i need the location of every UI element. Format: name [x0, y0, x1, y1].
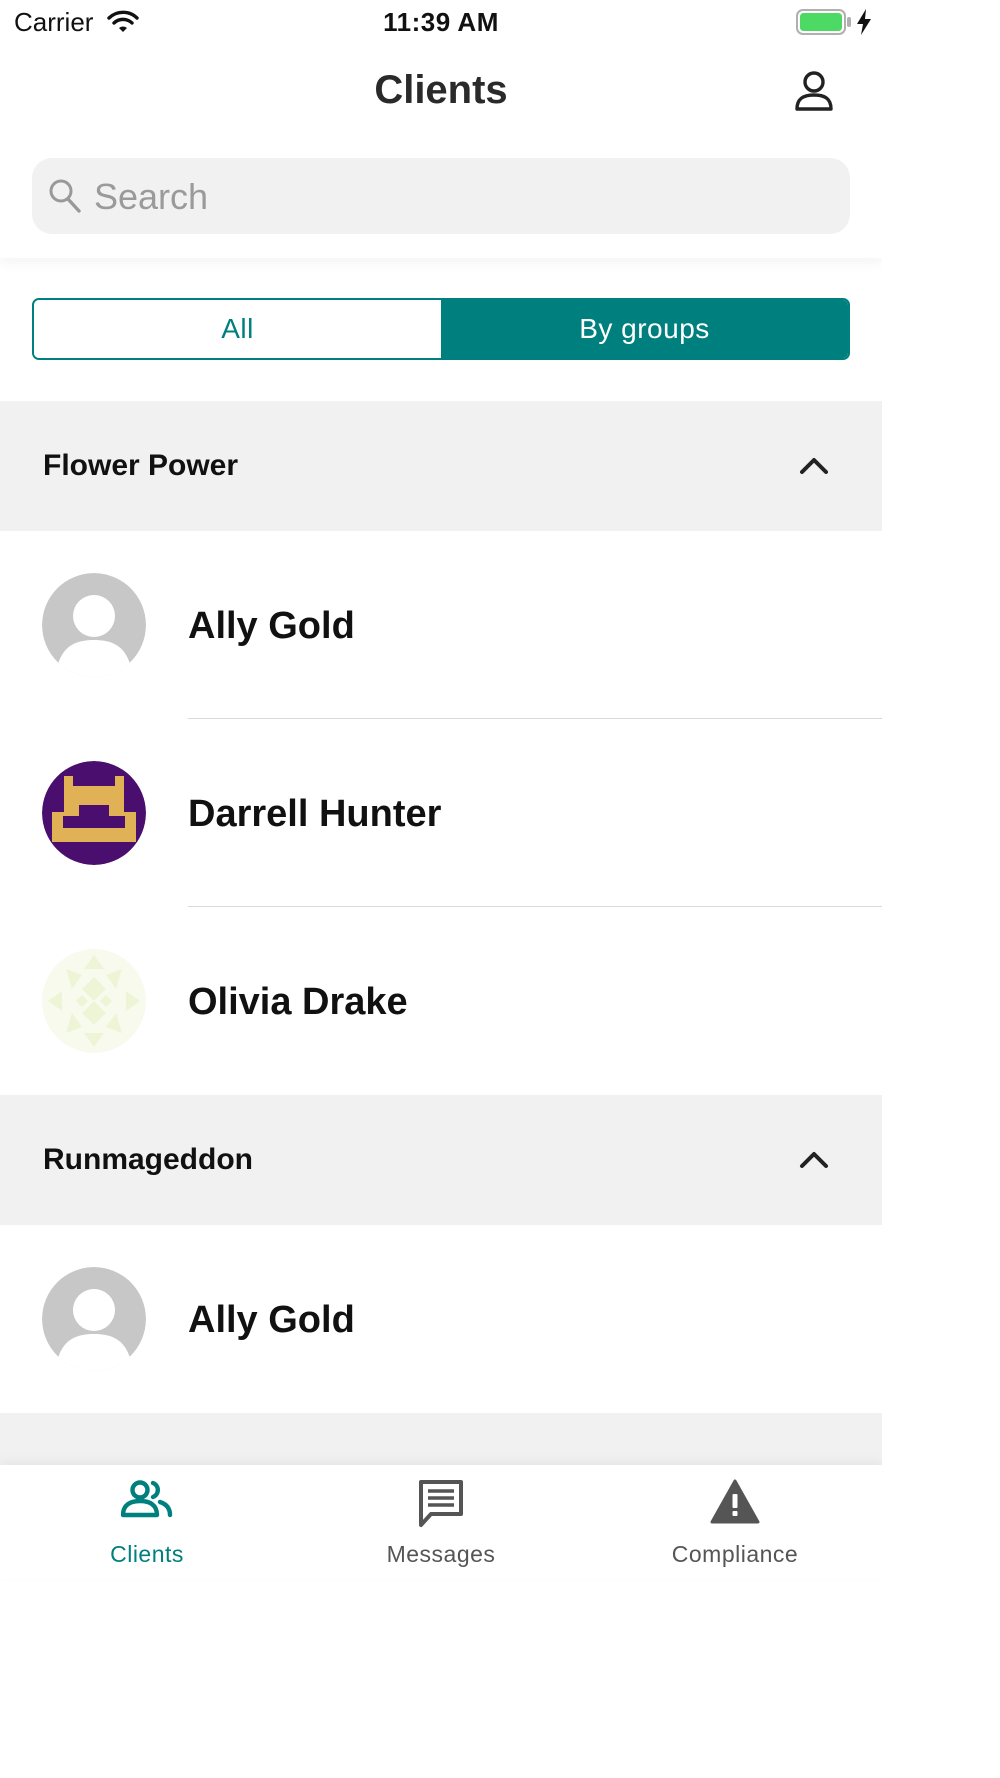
group-header-runmageddon[interactable]: Runmageddon — [0, 1095, 882, 1225]
clock: 11:39 AM — [383, 7, 499, 37]
client-row-olivia-drake[interactable]: Olivia Drake — [0, 907, 882, 1095]
tab-clients[interactable]: Clients — [0, 1465, 294, 1578]
next-group-header-partial — [0, 1413, 882, 1465]
app-screen: Carrier 11:39 AM Clients Search All By g… — [0, 0, 882, 1778]
battery-icon — [796, 9, 852, 40]
profile-button[interactable] — [790, 68, 838, 116]
tab-label: Compliance — [671, 1541, 799, 1567]
tab-all[interactable]: All — [34, 300, 441, 358]
client-name: Olivia Drake — [188, 981, 408, 1023]
avatar-placeholder-icon — [42, 573, 146, 677]
message-icon — [417, 1479, 465, 1534]
chevron-up-icon[interactable] — [798, 1145, 830, 1180]
header: Clients — [0, 48, 882, 258]
status-bar: Carrier 11:39 AM — [0, 0, 882, 48]
search-icon — [48, 178, 82, 219]
tab-label: Messages — [386, 1541, 496, 1567]
avatar-identicon — [42, 761, 146, 865]
search-input[interactable] — [92, 166, 836, 228]
chevron-up-icon[interactable] — [798, 451, 830, 486]
warning-icon — [710, 1479, 760, 1530]
charging-bolt-icon — [856, 9, 872, 40]
client-name: Ally Gold — [188, 1299, 355, 1341]
view-toggle: All By groups — [32, 298, 850, 360]
person-icon — [795, 71, 833, 111]
client-name: Ally Gold — [188, 605, 355, 647]
group-header-flower-power[interactable]: Flower Power — [0, 401, 882, 531]
avatar-identicon — [42, 949, 146, 1053]
search-bar[interactable] — [32, 158, 850, 234]
tab-messages[interactable]: Messages — [294, 1465, 588, 1578]
avatar-placeholder-icon — [42, 1267, 146, 1371]
group-title: Runmageddon — [43, 1143, 253, 1176]
client-row-ally-gold[interactable]: Ally Gold — [0, 1225, 882, 1413]
background-margin — [882, 0, 1000, 1778]
client-name: Darrell Hunter — [188, 793, 442, 835]
client-row-ally-gold[interactable]: Ally Gold — [0, 531, 882, 719]
tab-bar: Clients Messages Compliance — [0, 1465, 882, 1578]
tab-by-groups[interactable]: By groups — [441, 300, 848, 358]
tab-compliance[interactable]: Compliance — [588, 1465, 882, 1578]
tab-label: Clients — [110, 1541, 184, 1567]
people-icon — [120, 1479, 173, 1524]
page-title: Clients — [374, 68, 508, 112]
group-title: Flower Power — [43, 449, 239, 482]
client-row-darrell-hunter[interactable]: Darrell Hunter — [0, 719, 882, 907]
